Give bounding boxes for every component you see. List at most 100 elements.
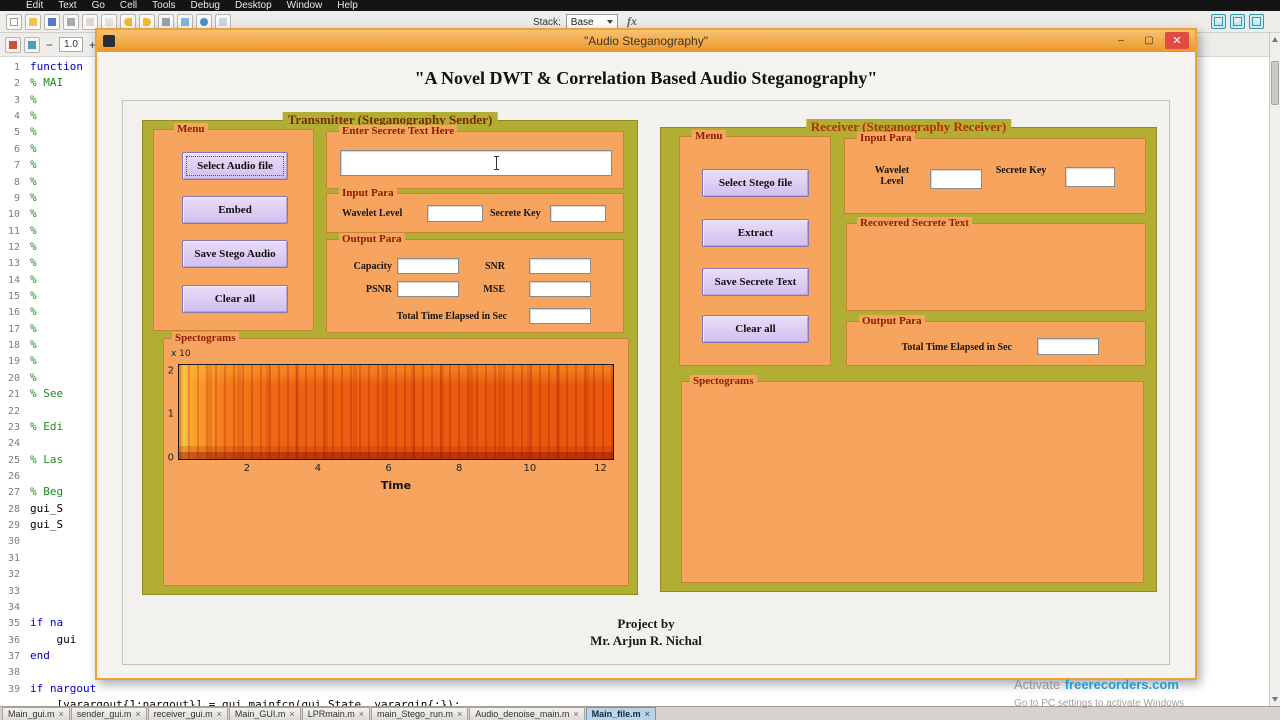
line-number: 21: [7, 389, 20, 401]
menu-item[interactable]: Tools: [152, 0, 175, 11]
tab-close-icon[interactable]: ×: [135, 709, 140, 719]
code-text: if nargout: [30, 681, 97, 695]
secret-text-input[interactable]: [340, 150, 612, 176]
minimize-button[interactable]: –: [1109, 32, 1133, 49]
line-number: 24: [7, 438, 20, 450]
menu-item[interactable]: Help: [337, 0, 358, 11]
time-elapsed-input[interactable]: [529, 308, 591, 324]
grid-layout-icon[interactable]: [1211, 14, 1226, 29]
file-tab-label: LPRmain.m: [307, 709, 355, 719]
code-text: gui_S: [30, 518, 64, 532]
cut-icon[interactable]: [63, 14, 79, 30]
clear-all-button-receiver[interactable]: Clear all: [702, 315, 809, 343]
select-stego-file-button[interactable]: Select Stego file: [702, 169, 809, 197]
menu-item[interactable]: Debug: [191, 0, 220, 11]
wavelet-level-input[interactable]: [427, 205, 483, 222]
select-audio-file-button[interactable]: Select Audio file: [182, 152, 288, 180]
tab-close-icon[interactable]: ×: [59, 709, 64, 719]
spectrogram-y-ticks: 2 1 0: [164, 364, 176, 464]
extract-button[interactable]: Extract: [702, 219, 809, 247]
file-tab[interactable]: receiver_gui.m ×: [147, 707, 228, 720]
menu-item[interactable]: Text: [58, 0, 76, 11]
capacity-input[interactable]: [397, 258, 459, 274]
save-stego-audio-button[interactable]: Save Stego Audio: [182, 240, 288, 268]
close-panel-icon[interactable]: [1249, 14, 1264, 29]
psnr-input[interactable]: [397, 281, 459, 297]
menu-item[interactable]: Go: [92, 0, 105, 11]
code-text: % See: [30, 387, 64, 401]
file-tab[interactable]: main_Stego_run.m ×: [370, 707, 469, 720]
menu-item[interactable]: Edit: [26, 0, 43, 11]
stack-label: Stack:: [533, 16, 561, 28]
file-tab-label: main_Stego_run.m: [376, 709, 454, 719]
file-tab[interactable]: Main_GUI.m ×: [228, 707, 301, 720]
file-tab[interactable]: Main_file.m ×: [585, 707, 656, 720]
code-text: %: [30, 305, 37, 319]
code-text: % Edi: [30, 419, 64, 433]
file-tab-label: Main_GUI.m: [234, 709, 286, 719]
mse-input[interactable]: [529, 281, 591, 297]
snr-label: SNR: [484, 261, 505, 272]
clear-all-button-transmitter[interactable]: Clear all: [182, 285, 288, 313]
new-file-icon[interactable]: [6, 14, 22, 30]
insert-cell-icon[interactable]: [5, 36, 21, 53]
secrete-key-label: Secrete Key: [490, 208, 541, 219]
window-titlebar[interactable]: "Audio Steganography" – ▢ ✕: [97, 30, 1195, 52]
y-tick-label: 2: [167, 365, 174, 377]
file-tab[interactable]: sender_gui.m ×: [70, 707, 147, 720]
dock-editor-icon[interactable]: [1230, 14, 1245, 29]
decrease-value-icon[interactable]: −: [44, 38, 55, 52]
line-number: 6: [13, 143, 20, 155]
save-secrete-text-button[interactable]: Save Secrete Text: [702, 268, 809, 296]
tab-close-icon[interactable]: ×: [457, 709, 462, 719]
editor-scrollbar[interactable]: [1269, 33, 1280, 706]
file-tab[interactable]: LPRmain.m ×: [301, 707, 370, 720]
code-text: function: [30, 60, 83, 73]
tab-close-icon[interactable]: ×: [217, 709, 222, 719]
wavelet-level-label: Wavelet Level: [342, 208, 403, 219]
recovered-text-label: Recovered Secrete Text: [857, 217, 972, 229]
menu-item[interactable]: Window: [287, 0, 323, 11]
code-text: %: [30, 223, 37, 237]
file-tab[interactable]: Main_gui.m ×: [2, 707, 70, 720]
cell-divide-value[interactable]: 1.0: [59, 37, 83, 52]
secrete-key-input-receiver[interactable]: [1065, 167, 1115, 187]
scroll-down-icon[interactable]: [1272, 697, 1278, 702]
line-number: 38: [7, 667, 20, 679]
time-elapsed-input-receiver[interactable]: [1037, 338, 1099, 355]
line-number: 23: [7, 421, 20, 433]
line-number: 3: [13, 94, 20, 106]
open-file-icon[interactable]: [25, 14, 41, 30]
tab-close-icon[interactable]: ×: [573, 709, 578, 719]
wavelet-level-input-receiver[interactable]: [930, 169, 982, 189]
maximize-button[interactable]: ▢: [1137, 32, 1161, 49]
save-icon[interactable]: [44, 14, 60, 30]
menu-item[interactable]: Cell: [120, 0, 137, 11]
wavelet-level-label-receiver: Wavelet Level: [874, 165, 910, 187]
code-text: %: [30, 239, 37, 253]
snr-input[interactable]: [529, 258, 591, 274]
close-button[interactable]: ✕: [1165, 32, 1189, 49]
tab-close-icon[interactable]: ×: [645, 709, 650, 719]
y-tick-label: 0: [167, 452, 174, 464]
embed-button[interactable]: Embed: [182, 196, 288, 224]
publish-icon[interactable]: [24, 36, 40, 53]
menu-item[interactable]: Desktop: [235, 0, 272, 11]
line-number: 1: [13, 62, 20, 73]
file-tab-label: receiver_gui.m: [153, 709, 213, 719]
scroll-thumb[interactable]: [1271, 61, 1279, 105]
line-number: 15: [7, 291, 20, 303]
file-tab[interactable]: Audio_denoise_main.m ×: [469, 707, 585, 720]
secrete-key-input[interactable]: [550, 205, 606, 222]
footer-project-by: Project by: [617, 616, 675, 631]
window-controls: – ▢ ✕: [1109, 32, 1189, 49]
capacity-label: Capacity: [353, 261, 392, 272]
secrete-key-label-receiver: Secrete Key: [995, 165, 1047, 176]
tab-close-icon[interactable]: ×: [289, 709, 294, 719]
code-text: %: [30, 207, 37, 221]
code-text: % Beg: [30, 485, 64, 499]
fx-icon[interactable]: fx: [627, 14, 637, 29]
scroll-up-icon[interactable]: [1272, 37, 1278, 42]
line-number: 35: [7, 618, 20, 630]
tab-close-icon[interactable]: ×: [359, 709, 364, 719]
